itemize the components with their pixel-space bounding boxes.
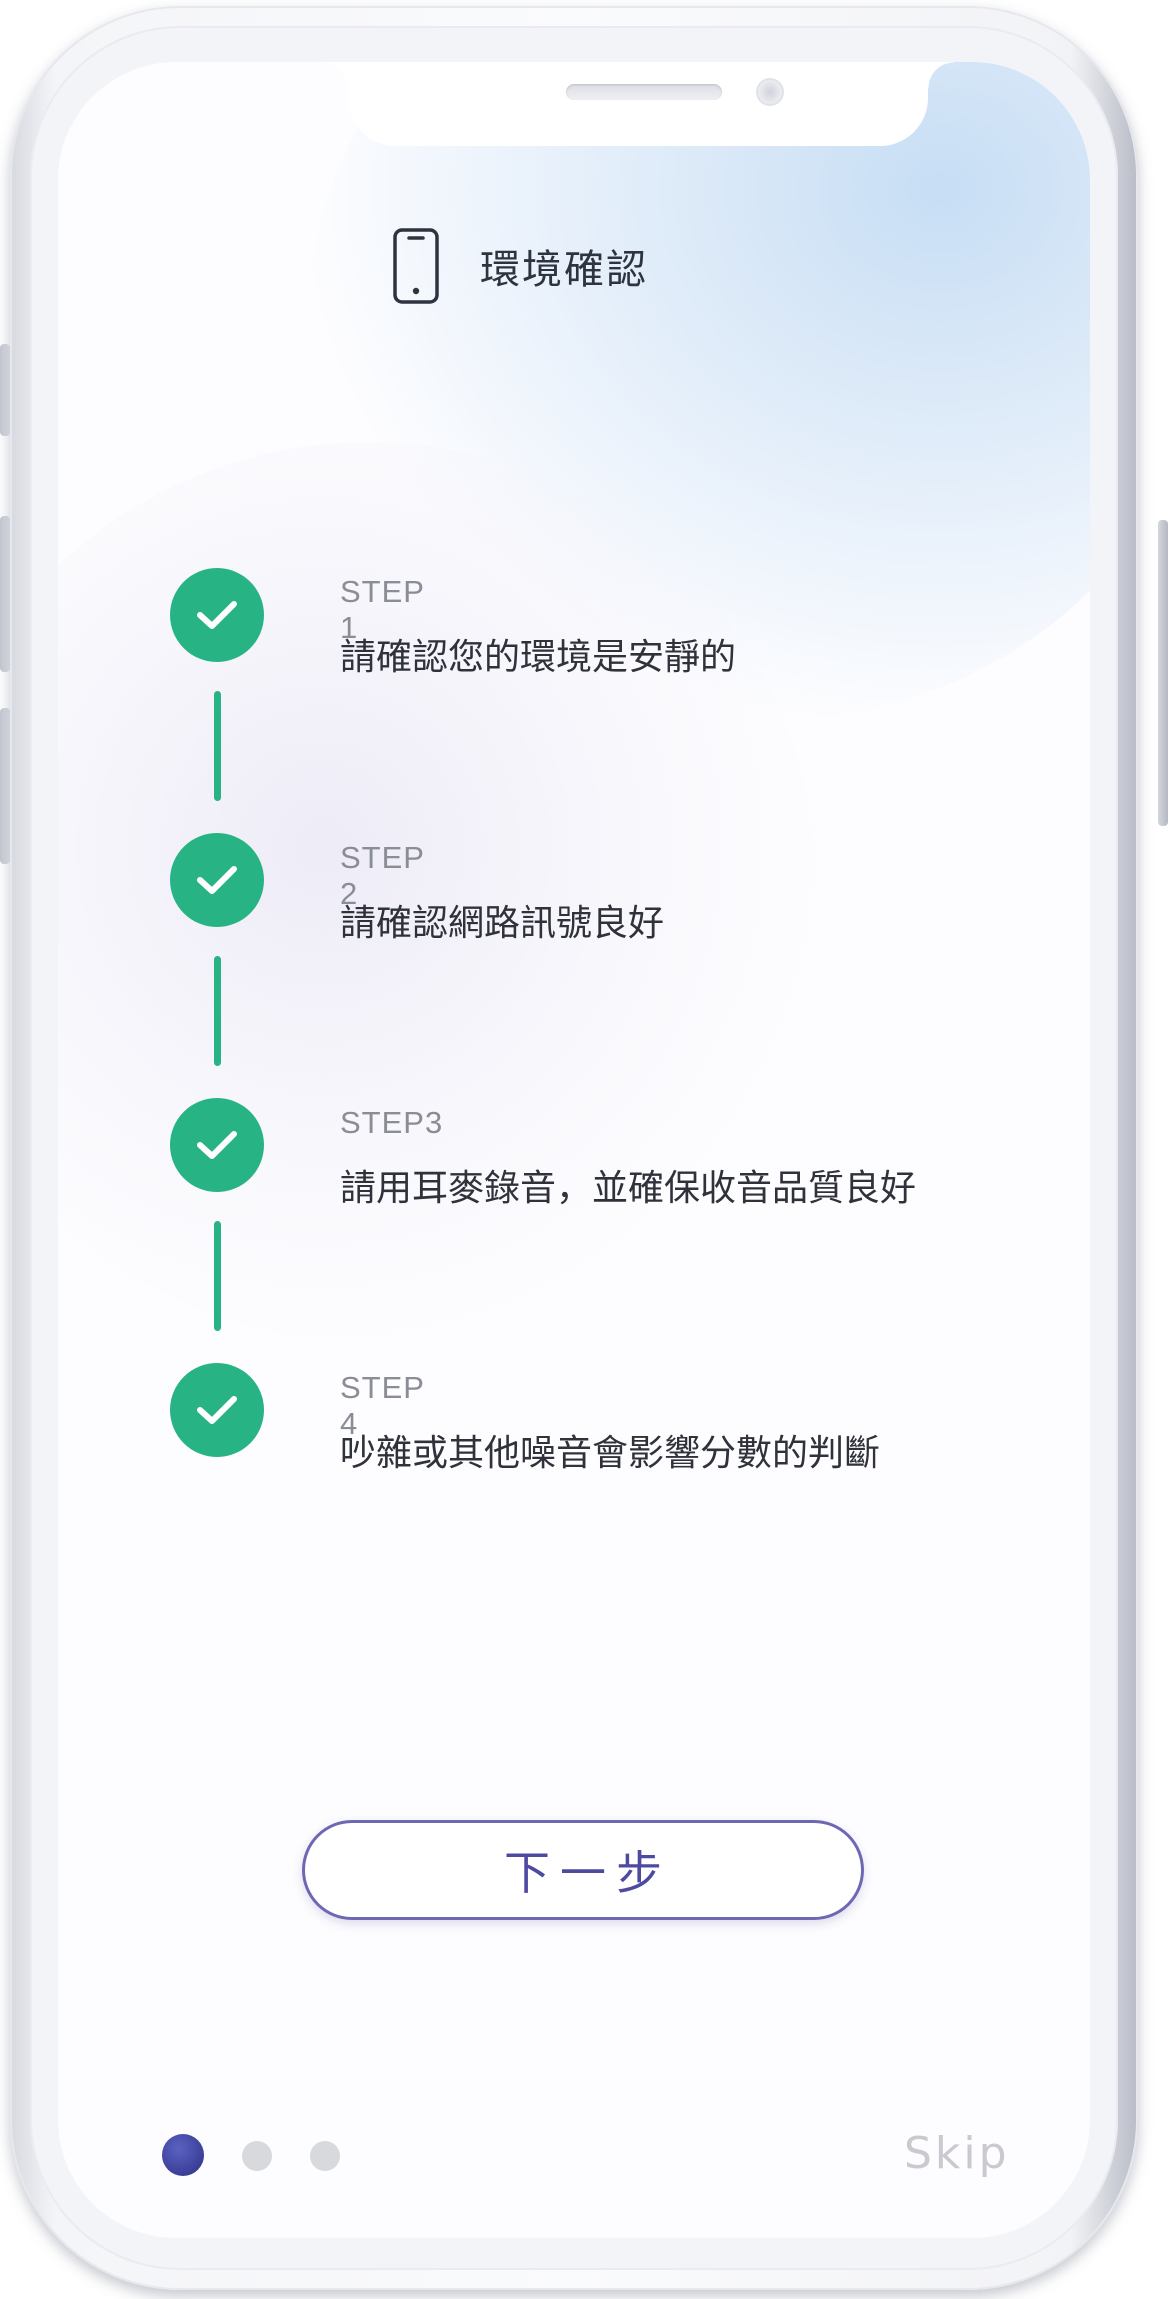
step-connector [214, 956, 221, 1066]
page-indicator-dot[interactable] [310, 2141, 340, 2171]
step-1-description: 請確認您的環境是安靜的 [340, 637, 737, 678]
front-camera [756, 78, 784, 106]
check-icon [197, 1396, 237, 1424]
volume-up-button [0, 516, 10, 672]
check-icon [197, 866, 237, 894]
device-mockup: 環境確認 STEP 1 請確認您的環境是安靜的 STEP 2 請確認網路訊號良好… [0, 0, 1173, 2299]
next-step-button-label: 下一步 [504, 1846, 672, 1900]
step-3-check-icon [170, 1098, 264, 1192]
step-3-description: 請用耳麥錄音，並確保收音品質良好 [340, 1168, 917, 1209]
step-2-description: 請確認網路訊號良好 [340, 903, 665, 944]
step-connector [214, 1221, 221, 1331]
page-title: 環境確認 [480, 247, 648, 293]
step-4-check-icon [170, 1363, 264, 1457]
step-2-check-icon [170, 833, 264, 927]
device-notch [322, 62, 954, 146]
page-indicator-dot[interactable] [242, 2141, 272, 2171]
smartphone-icon [393, 228, 439, 304]
step-1-check-icon [170, 568, 264, 662]
volume-down-button [0, 708, 10, 864]
page-header: 環境確認 [392, 226, 648, 306]
step-3-label: STEP3 [340, 1105, 444, 1140]
step-connector [214, 691, 221, 801]
check-icon [197, 601, 237, 629]
power-button [1158, 520, 1168, 826]
next-step-button[interactable]: 下一步 [302, 1820, 864, 1920]
speaker-grille [566, 84, 722, 100]
mute-switch [0, 344, 10, 436]
step-4-description: 吵雜或其他噪音會影響分數的判斷 [340, 1433, 881, 1474]
page-indicator-dot-active[interactable] [162, 2134, 204, 2176]
skip-button[interactable]: Skip [904, 2128, 1010, 2179]
check-icon [197, 1131, 237, 1159]
